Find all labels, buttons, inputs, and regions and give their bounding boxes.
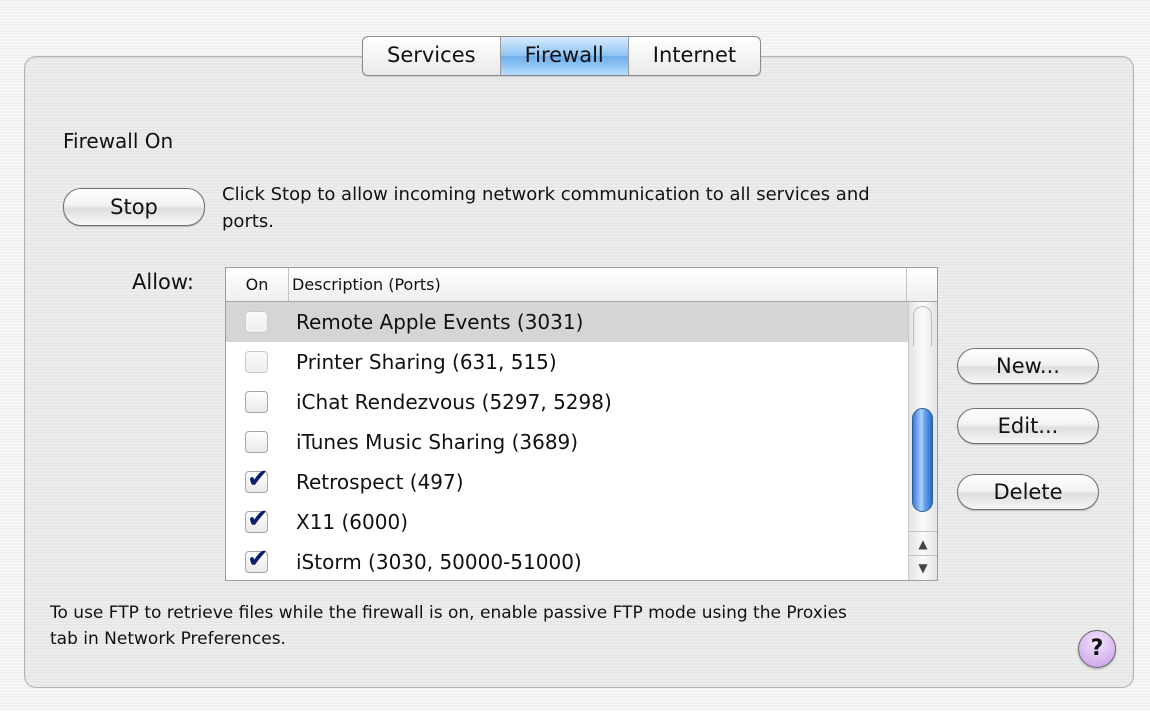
tab-bar: Services Firewall Internet — [362, 36, 762, 76]
row-checkbox[interactable] — [245, 431, 268, 453]
table-row[interactable]: Remote Apple Events (3031) — [226, 302, 908, 342]
services-table: On Description (Ports) Remote Apple Even… — [225, 267, 938, 581]
table-row[interactable]: ✔ Retrospect (497) — [226, 462, 908, 502]
row-description: Remote Apple Events (3031) — [296, 310, 584, 334]
row-checkbox[interactable] — [245, 391, 268, 413]
tab-services[interactable]: Services — [363, 37, 501, 75]
table-row[interactable]: Printer Sharing (631, 515) — [226, 342, 908, 382]
table-row[interactable]: iTunes Music Sharing (3689) — [226, 422, 908, 462]
row-description: Printer Sharing (631, 515) — [296, 350, 557, 374]
scroll-up-arrow-icon[interactable]: ▲ — [909, 531, 937, 555]
row-checkbox[interactable] — [245, 311, 268, 333]
delete-button[interactable]: Delete — [957, 474, 1099, 510]
table-rows: Remote Apple Events (3031) Printer Shari… — [226, 302, 908, 582]
row-description: iStorm (3030, 50000-51000) — [296, 550, 582, 574]
allow-label: Allow: — [132, 270, 194, 294]
table-row[interactable]: iChat Rendezvous (5297, 5298) — [226, 382, 908, 422]
checkmark-icon: ✔ — [247, 504, 269, 534]
tab-firewall[interactable]: Firewall — [500, 37, 629, 75]
stop-button[interactable]: Stop — [63, 188, 205, 226]
row-description: iTunes Music Sharing (3689) — [296, 430, 579, 454]
row-checkbox[interactable] — [245, 351, 268, 373]
stop-description-line2: ports. — [222, 211, 274, 232]
stop-description-line1: Click Stop to allow incoming network com… — [222, 184, 870, 205]
row-description: iChat Rendezvous (5297, 5298) — [296, 390, 612, 414]
column-header-spacer — [906, 268, 907, 301]
scroll-track-top-cap — [913, 306, 932, 346]
row-description: Retrospect (497) — [296, 470, 464, 494]
scroll-thumb[interactable] — [912, 408, 933, 512]
checkmark-icon: ✔ — [247, 544, 269, 574]
column-header-description[interactable]: Description (Ports) — [292, 268, 441, 301]
checkmark-icon: ✔ — [247, 464, 269, 494]
table-header: On Description (Ports) — [226, 268, 937, 302]
tab-internet[interactable]: Internet — [629, 37, 760, 75]
row-checkbox[interactable]: ✔ — [245, 546, 269, 573]
ftp-note-line2: tab in Network Preferences. — [50, 629, 286, 649]
vertical-scrollbar[interactable]: ▲ ▼ — [908, 302, 937, 580]
edit-button[interactable]: Edit... — [957, 408, 1099, 444]
table-row[interactable]: ✔ iStorm (3030, 50000-51000) — [226, 542, 908, 582]
new-button[interactable]: New... — [957, 348, 1099, 384]
ftp-note-line1: To use FTP to retrieve files while the f… — [50, 603, 847, 623]
row-description: X11 (6000) — [296, 510, 409, 534]
table-row[interactable]: ✔ X11 (6000) — [226, 502, 908, 542]
help-button[interactable]: ? — [1078, 630, 1116, 668]
column-header-on[interactable]: On — [226, 268, 289, 301]
firewall-status-title: Firewall On — [63, 129, 174, 153]
scroll-down-arrow-icon[interactable]: ▼ — [909, 555, 937, 579]
row-checkbox[interactable]: ✔ — [245, 466, 269, 493]
row-checkbox[interactable]: ✔ — [245, 506, 269, 533]
